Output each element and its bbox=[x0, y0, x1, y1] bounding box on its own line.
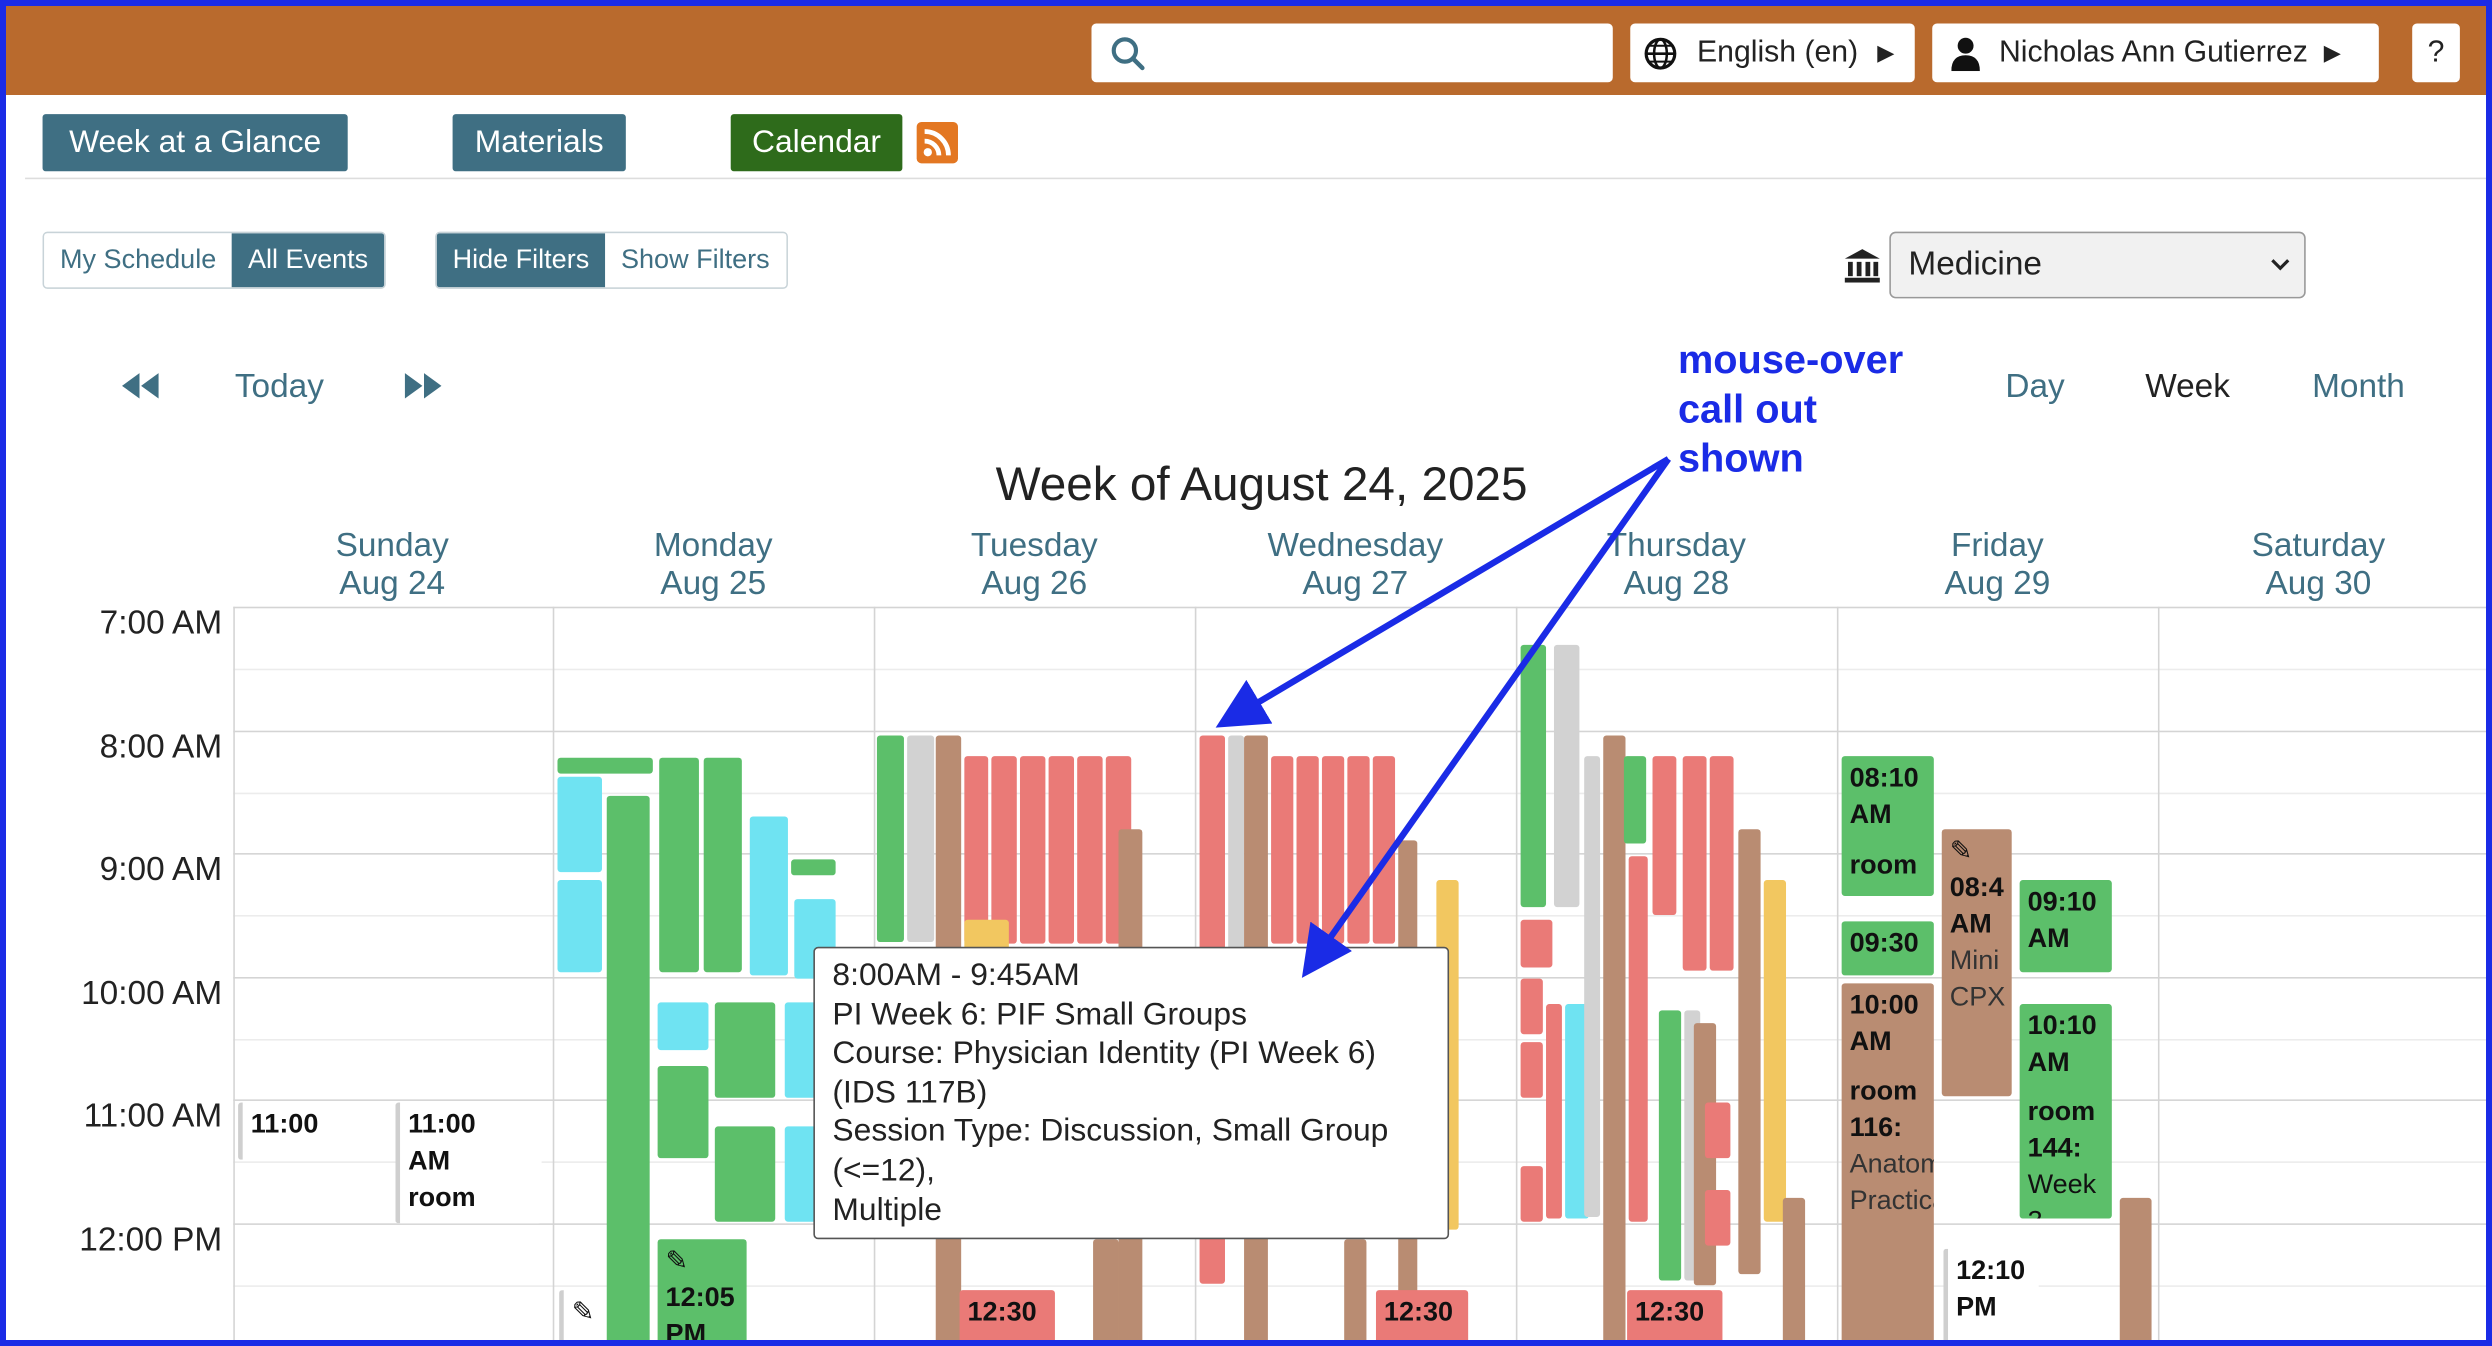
screenshot-frame: English (en) ▶ Nicholas Ann Gutierrez ▶ … bbox=[0, 0, 2492, 1346]
annotation-arrows bbox=[1215, 456, 1672, 978]
annotation-arrow bbox=[1215, 456, 1671, 728]
annotation-arrow bbox=[1301, 457, 1672, 978]
app-canvas: English (en) ▶ Nicholas Ann Gutierrez ▶ … bbox=[6, 6, 2486, 1340]
